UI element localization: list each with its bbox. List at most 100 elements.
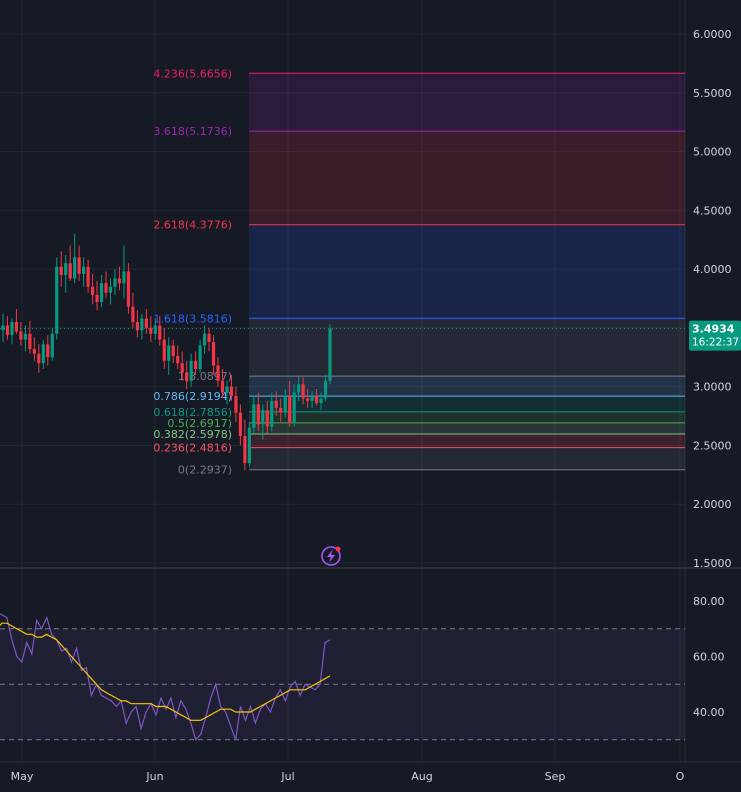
candle-body [185, 372, 189, 381]
candle-body [270, 400, 274, 427]
candle-body [256, 404, 260, 425]
candle-body [77, 257, 81, 274]
candle-body [198, 345, 202, 370]
candle-body [167, 345, 171, 361]
candle-body [64, 263, 68, 275]
candle-body [113, 278, 117, 287]
fib-zone [249, 411, 685, 423]
candle-body [243, 436, 247, 464]
candle-body [283, 396, 287, 413]
candle-body [149, 327, 153, 334]
candle-body [32, 349, 36, 354]
candle-body [50, 333, 54, 358]
candle-body [82, 266, 86, 274]
candle-body [104, 283, 108, 293]
candle-body [323, 380, 328, 399]
time-tick-label: Sep [545, 770, 566, 783]
candle-body [292, 392, 296, 422]
candle-body [306, 398, 310, 401]
fib-level-label: 2.618(4.3776) [153, 219, 232, 232]
candle-body [301, 384, 305, 399]
current-price-value: 3.4934 [692, 323, 735, 336]
candle-body [314, 396, 319, 404]
candle-body [274, 400, 278, 408]
candle-body [194, 360, 198, 370]
fib-zone [249, 318, 685, 377]
time-tick-label: Aug [411, 770, 432, 783]
price-tick-label: 5.5000 [693, 87, 732, 100]
candle-body [144, 318, 148, 328]
price-tick-label: 3.0000 [693, 381, 732, 394]
candle-body [171, 345, 175, 357]
candle-body [46, 344, 50, 358]
candle-body [229, 386, 234, 397]
fib-level-label: 0(2.2937) [178, 464, 232, 477]
candle-body [297, 384, 301, 393]
candle-body [261, 410, 265, 425]
price-tick-label: 2.0000 [693, 498, 732, 511]
chart-canvas[interactable]: 4.236(5.6656) 3.618(5.1736) 2.618(4.3776) 1… [0, 0, 741, 792]
candle-body [158, 325, 162, 340]
candle-body [117, 278, 122, 284]
candle-body [73, 257, 77, 279]
fib-level-label: 1.618(3.5816) [153, 312, 232, 325]
candle-body [207, 333, 211, 342]
candle-body [216, 365, 220, 381]
candle-body [1, 325, 5, 331]
trading-chart[interactable]: 4.236(5.6656) 3.618(5.1736) 2.618(4.3776) 1… [0, 0, 741, 792]
candle-body [180, 363, 184, 373]
candle-body [265, 410, 269, 427]
candle-body [122, 271, 126, 284]
candle-body [68, 263, 72, 279]
candle-body [288, 396, 292, 422]
candle-body [90, 286, 95, 295]
time-tick-label: O [676, 770, 685, 783]
candle-body [220, 380, 225, 393]
candle-body [126, 271, 131, 307]
price-tick-label: 4.5000 [693, 204, 732, 217]
candle-body [319, 398, 323, 404]
candle-body [10, 322, 14, 335]
fib-level-label: 0.382(2.5978) [153, 428, 232, 441]
price-tick-label: 4.0000 [693, 263, 732, 276]
candle-body [55, 266, 59, 334]
fib-zone [249, 376, 685, 397]
candle-body [28, 333, 32, 350]
candle-body [176, 356, 180, 364]
candle-body [279, 407, 283, 413]
fib-level-label: 0.236(2.4816) [153, 442, 232, 455]
candle-body [162, 339, 166, 361]
candle-body [247, 427, 251, 464]
price-tick-label: 5.0000 [693, 146, 732, 159]
candle-body [19, 331, 23, 340]
time-tick-label: Jun [145, 770, 163, 783]
candle-body [14, 322, 19, 332]
candle-body [86, 266, 90, 287]
fib-level-label: 4.236(5.6656) [153, 67, 232, 80]
fib-zone [249, 422, 685, 434]
fib-zone [249, 73, 685, 132]
candle-body [225, 386, 229, 393]
candle-body [59, 266, 63, 275]
lightning-event-icon[interactable] [321, 546, 341, 566]
rsi-tick-label: 80.00 [693, 595, 725, 608]
time-tick-label: May [11, 770, 34, 783]
fib-zone [249, 396, 685, 412]
candle-body [131, 306, 135, 323]
price-tick-label: 2.5000 [693, 439, 732, 452]
time-tick-label: Jul [280, 770, 294, 783]
fib-zone [249, 447, 685, 470]
candle-body [41, 344, 45, 364]
candle-body [238, 412, 243, 437]
candle-body [310, 396, 314, 401]
candle-body [252, 404, 256, 428]
rsi-tick-label: 40.00 [693, 706, 725, 719]
candle-body [211, 341, 216, 366]
rsi-tick-label: 60.00 [693, 651, 725, 664]
candle-body [153, 325, 157, 334]
lightning-icon-bolt [327, 549, 335, 563]
price-tick-label: 1.5000 [693, 557, 732, 570]
candle-body [234, 396, 238, 413]
notification-dot [335, 546, 341, 552]
current-price-countdown: 16:22:37 [692, 337, 739, 349]
